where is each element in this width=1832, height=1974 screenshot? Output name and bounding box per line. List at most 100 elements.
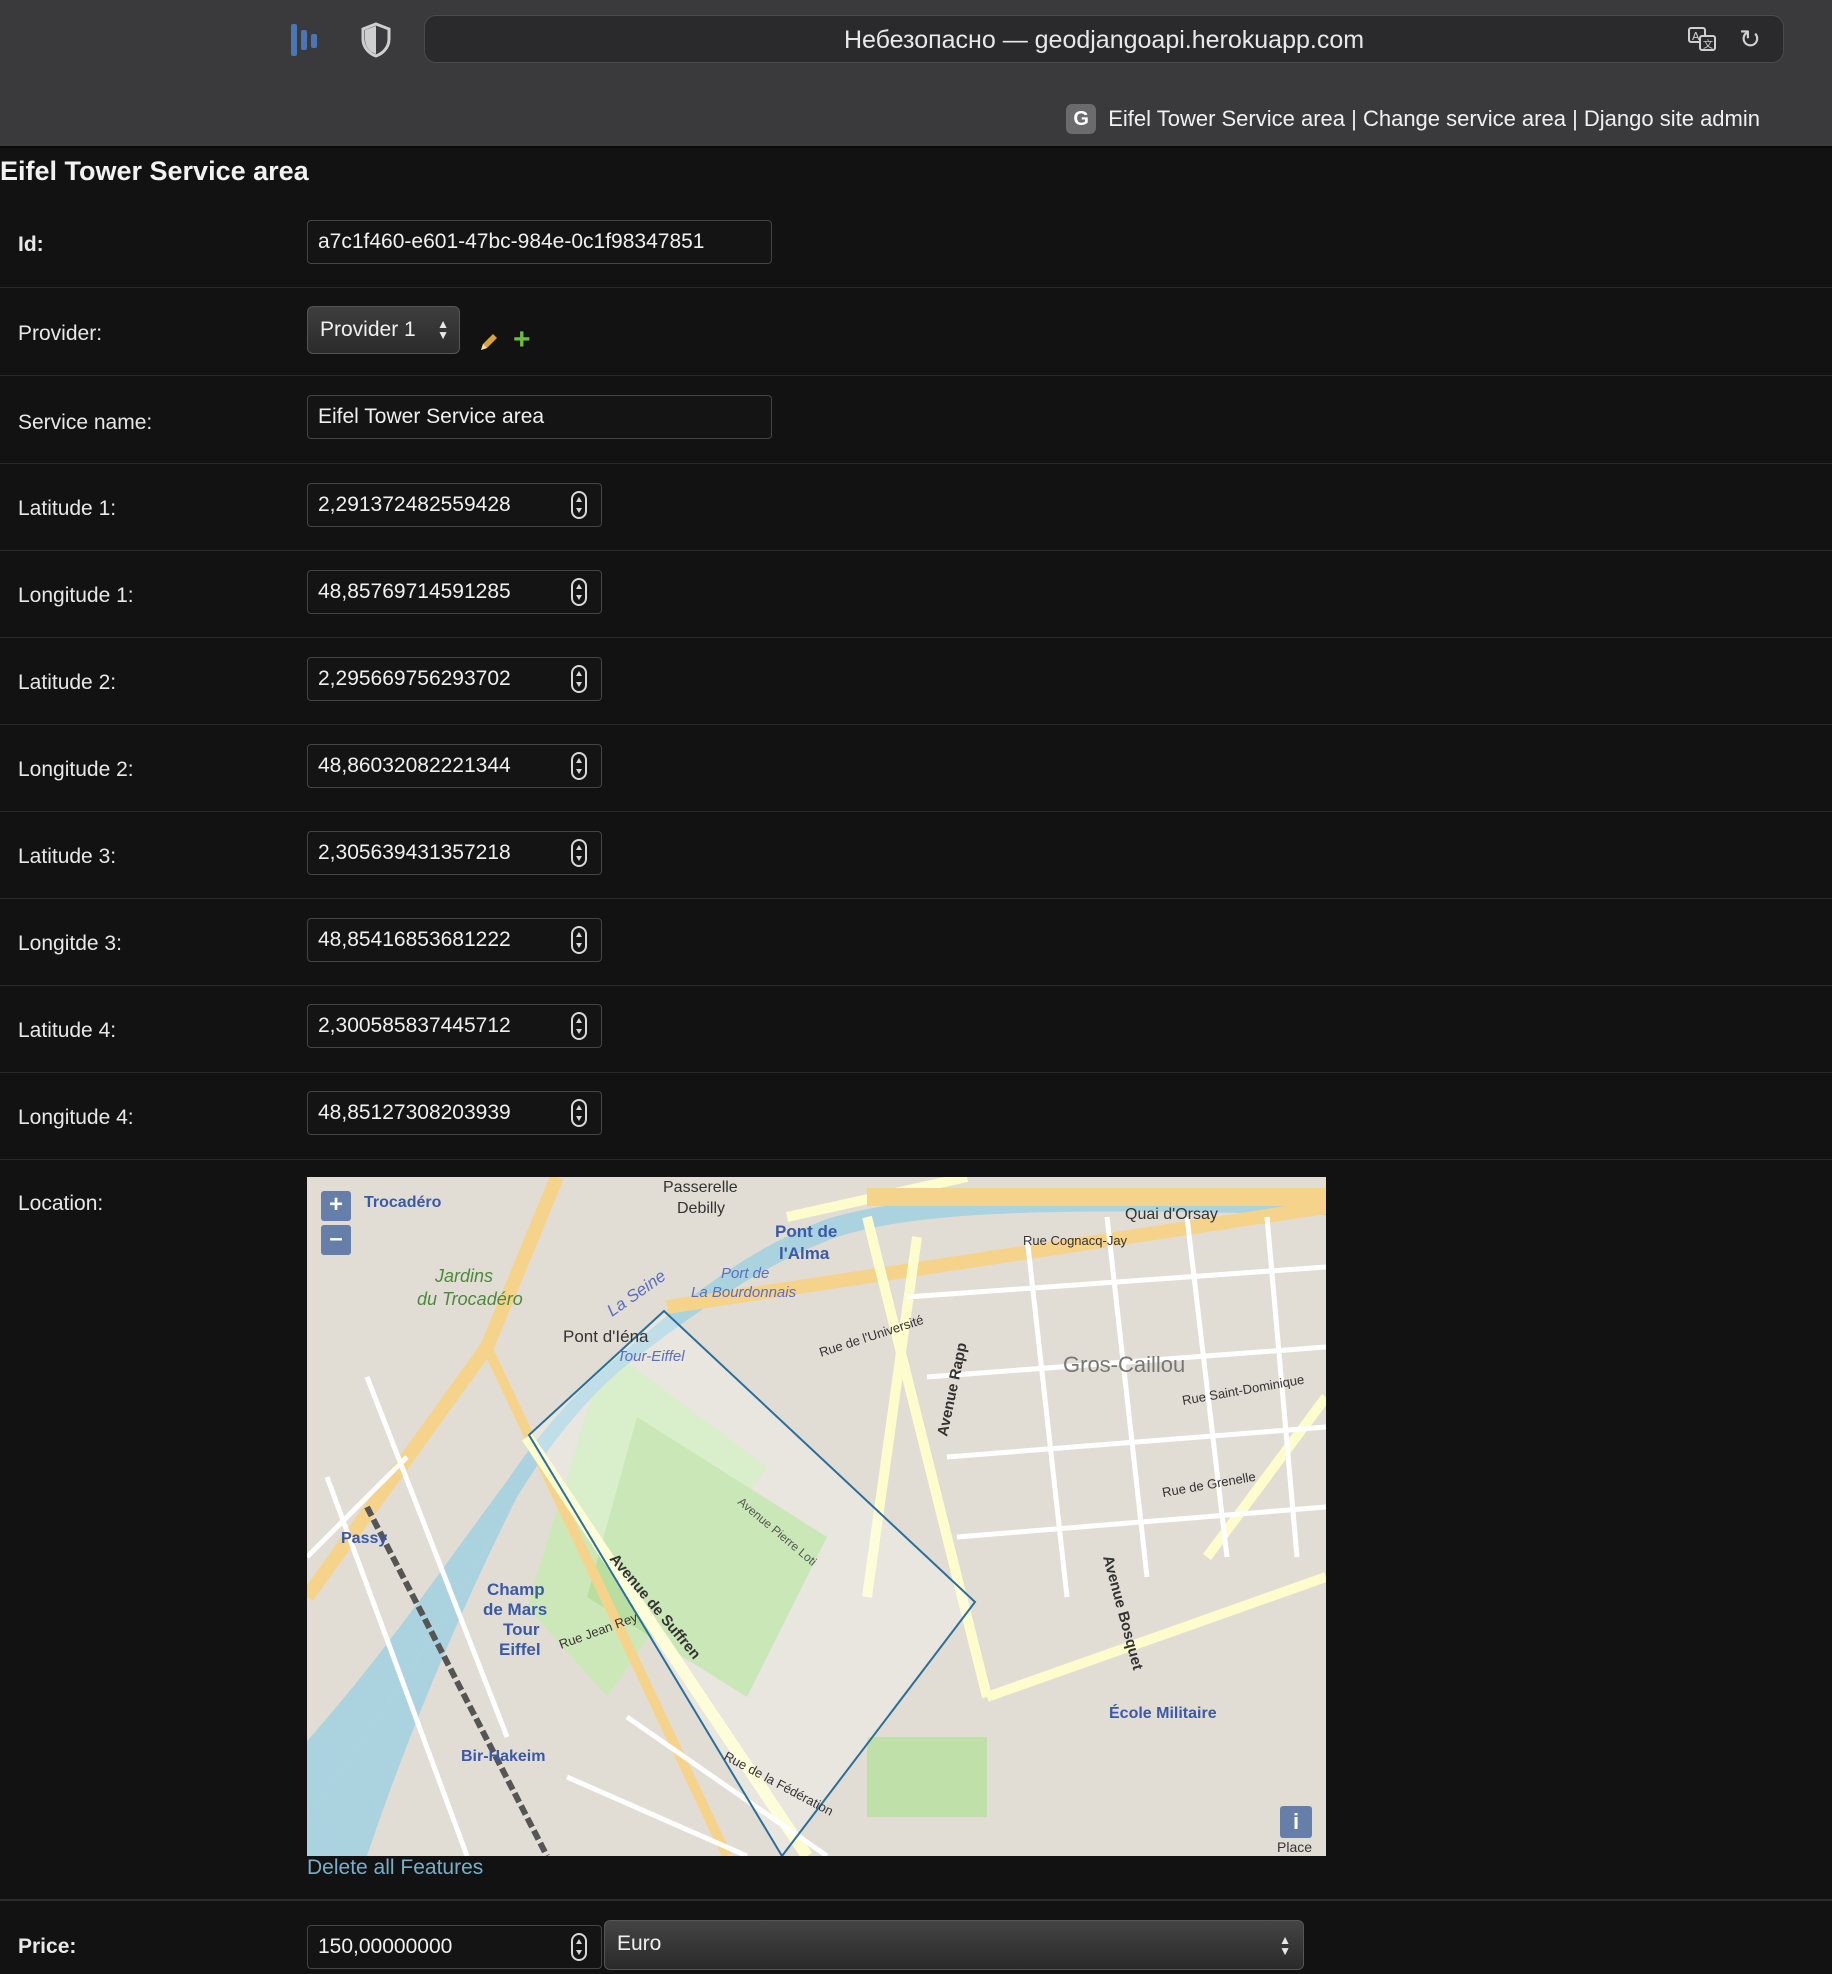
delete-all-features-link[interactable]: Delete all Features — [307, 1856, 483, 1880]
latitude-2-label: Latitude 2: — [18, 671, 117, 694]
latitude-3-value: 2,305639431357218 — [318, 841, 511, 864]
location-label: Location: — [18, 1192, 104, 1215]
form-row-service-name: Service name: Eifel Tower Service area — [0, 376, 1832, 464]
form-row-latitude-4: Latitude 4: 2,300585837445712 — [0, 986, 1832, 1073]
service-name-field[interactable]: Eifel Tower Service area — [307, 395, 772, 439]
form-row-provider: Provider: Provider 1 ▲ ▼ — [0, 288, 1832, 376]
price-label: Price: — [18, 1935, 77, 1958]
longitude-4-label: Longitude 4: — [18, 1106, 134, 1129]
map-label-port-de: Port de — [721, 1265, 769, 1282]
map-label-eiffel: Eiffel — [499, 1640, 541, 1659]
number-stepper-icon[interactable] — [571, 839, 587, 867]
form-row-longitude-1: Longitude 1: 48,85769714591285 — [0, 551, 1832, 638]
longitude-1-value: 48,85769714591285 — [318, 580, 511, 603]
longitude-1-field[interactable]: 48,85769714591285 — [307, 570, 602, 614]
map-label-pont-iena: Pont d'Iéna — [563, 1327, 649, 1346]
latitude-4-value: 2,300585837445712 — [318, 1014, 511, 1037]
map-label-passy: Passy — [341, 1530, 387, 1547]
longitude-2-field[interactable]: 48,86032082221344 — [307, 744, 602, 788]
map-label-tour: Tour — [503, 1620, 540, 1639]
latitude-4-label: Latitude 4: — [18, 1019, 117, 1042]
map-label-rue-cognacq: Rue Cognacq-Jay — [1023, 1233, 1128, 1248]
form-row-longitude-4: Longitude 4: 48,85127308203939 — [0, 1073, 1832, 1160]
map-label-du-trocadero: du Trocadéro — [417, 1289, 523, 1309]
map-label-bir-hakeim: Bir-Hakeim — [461, 1748, 545, 1765]
provider-label: Provider: — [18, 322, 103, 345]
plus-icon[interactable]: + — [513, 325, 531, 355]
info-icon[interactable]: i — [1280, 1806, 1312, 1838]
favicon: G — [1066, 104, 1097, 134]
provider-selected-value: Provider 1 — [320, 318, 416, 341]
tab-active[interactable]: G Eifel Tower Service area | Change serv… — [1066, 104, 1760, 134]
latitude-3-field[interactable]: 2,305639431357218 — [307, 831, 602, 875]
tab-title: Eifel Tower Service area | Change servic… — [1108, 106, 1760, 131]
number-stepper-icon[interactable] — [571, 752, 587, 780]
price-field[interactable]: 150,00000000 — [307, 1925, 602, 1969]
form-row-latitude-1: Latitude 1: 2,291372482559428 — [0, 464, 1832, 551]
reload-icon[interactable]: ↻ — [1735, 24, 1765, 54]
longitude-2-label: Longitude 2: — [18, 758, 134, 781]
map-label-champ: Champ — [487, 1580, 545, 1599]
latitude-2-field[interactable]: 2,295669756293702 — [307, 657, 602, 701]
map-label-quai-orsay: Quai d'Orsay — [1125, 1206, 1218, 1223]
select-arrows-icon: ▲ ▼ — [437, 317, 449, 342]
zoom-out-button[interactable]: – — [321, 1225, 351, 1255]
page-title: Eifel Tower Service area — [0, 156, 309, 186]
map-label-ecole-militaire: École Militaire — [1109, 1703, 1217, 1722]
latitude-1-field[interactable]: 2,291372482559428 — [307, 483, 602, 527]
map-label-gros-caillou: Gros-Caillou — [1063, 1352, 1185, 1377]
latitude-3-label: Latitude 3: — [18, 845, 117, 868]
number-stepper-icon[interactable] — [571, 1933, 587, 1961]
provider-select[interactable]: Provider 1 ▲ ▼ — [307, 306, 460, 354]
pencil-icon[interactable] — [478, 331, 500, 353]
map-label-debilly: Debilly — [677, 1200, 725, 1217]
longitude-3-value: 48,85416853681222 — [318, 928, 511, 951]
longitude-2-value: 48,86032082221344 — [318, 754, 511, 777]
longitude-3-field[interactable]: 48,85416853681222 — [307, 918, 602, 962]
number-stepper-icon[interactable] — [571, 491, 587, 519]
map-label-de-mars: de Mars — [483, 1600, 547, 1619]
number-stepper-icon[interactable] — [571, 665, 587, 693]
extension-icon[interactable] — [288, 22, 320, 58]
url-text: Небезопасно — geodjangoapi.herokuapp.com — [843, 26, 1365, 54]
zoom-in-button[interactable]: + — [321, 1191, 351, 1221]
latitude-1-label: Latitude 1: — [18, 497, 117, 520]
location-map[interactable]: Trocadéro Jardins du Trocadéro Passerell… — [307, 1177, 1326, 1856]
number-stepper-icon[interactable] — [571, 1012, 587, 1040]
form-row-latitude-3: Latitude 3: 2,305639431357218 — [0, 812, 1832, 899]
latitude-1-value: 2,291372482559428 — [318, 493, 511, 516]
number-stepper-icon[interactable] — [571, 578, 587, 606]
map-label-la-bourdonnais: La Bourdonnais — [691, 1284, 797, 1301]
number-stepper-icon[interactable] — [571, 1099, 587, 1127]
map-label-alma: l'Alma — [779, 1244, 830, 1263]
form-row-latitude-2: Latitude 2: 2,295669756293702 — [0, 638, 1832, 725]
currency-select[interactable]: Euro ▲ ▼ — [604, 1920, 1304, 1970]
map-label-trocadero: Trocadéro — [364, 1194, 442, 1211]
price-value: 150,00000000 — [318, 1935, 453, 1958]
address-bar[interactable]: Небезопасно — geodjangoapi.herokuapp.com… — [424, 15, 1784, 63]
map-canvas[interactable]: Trocadéro Jardins du Trocadéro Passerell… — [307, 1177, 1326, 1856]
longitude-1-label: Longitude 1: — [18, 584, 134, 607]
select-arrows-icon: ▲ ▼ — [1279, 1933, 1291, 1958]
form-row-longitude-3: Longitde 3: 48,85416853681222 — [0, 899, 1832, 986]
map-label-tour-eiffel-stop: Tour-Eiffel — [617, 1348, 685, 1365]
number-stepper-icon[interactable] — [571, 926, 587, 954]
map-label-passerelle: Passerelle — [663, 1179, 738, 1196]
currency-selected-value: Euro — [617, 1932, 662, 1955]
latitude-4-field[interactable]: 2,300585837445712 — [307, 1004, 602, 1048]
id-label: Id: — [18, 233, 44, 256]
id-field[interactable]: a7c1f460-e601-47bc-984e-0c1f98347851 — [307, 220, 772, 264]
map-label-jardins: Jardins — [434, 1266, 493, 1286]
form-row-id: Id: a7c1f460-e601-47bc-984e-0c1f98347851 — [0, 200, 1832, 288]
map-label-place: Place — [1277, 1839, 1312, 1855]
form-row-longitude-2: Longitude 2: 48,86032082221344 — [0, 725, 1832, 812]
longitude-4-value: 48,85127308203939 — [318, 1101, 511, 1124]
svg-text:A: A — [1692, 30, 1700, 43]
latitude-2-value: 2,295669756293702 — [318, 667, 511, 690]
longitude-4-field[interactable]: 48,85127308203939 — [307, 1091, 602, 1135]
browser-toolbar: Небезопасно — geodjangoapi.herokuapp.com… — [0, 0, 1832, 148]
translate-icon[interactable]: A文 — [1687, 24, 1717, 54]
service-name-label: Service name: — [18, 411, 153, 434]
svg-text:文: 文 — [1703, 38, 1713, 51]
shield-icon[interactable] — [360, 22, 392, 58]
